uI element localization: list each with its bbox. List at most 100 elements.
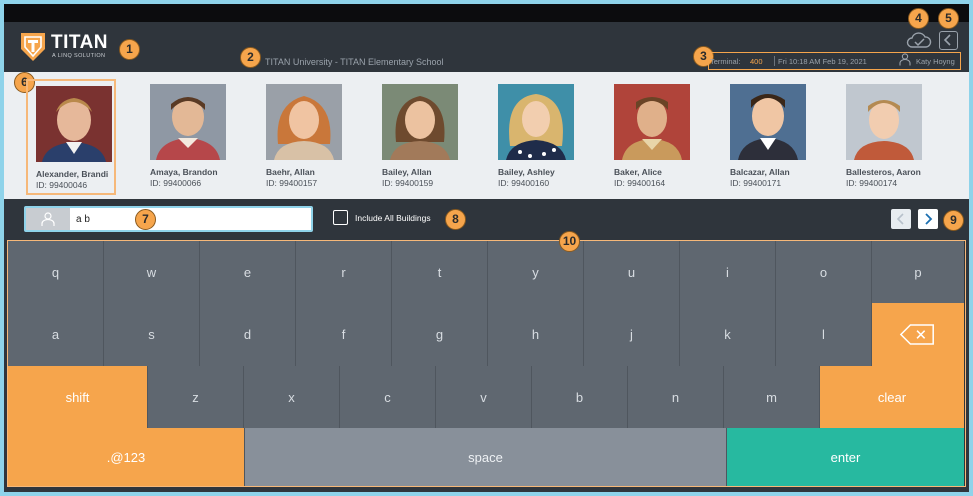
key-u[interactable]: u — [584, 241, 680, 303]
key-n[interactable]: n — [628, 366, 724, 428]
key-r[interactable]: r — [296, 241, 392, 303]
key-i[interactable]: i — [680, 241, 776, 303]
student-card[interactable]: Ballesteros, Aaron ID: 99400174 — [838, 79, 928, 195]
key-s[interactable]: s — [104, 303, 200, 366]
include-all-label: Include All Buildings — [355, 213, 431, 223]
student-id: ID: 99400066 — [150, 178, 202, 188]
callout-badge: 2 — [240, 47, 261, 68]
titan-shield-icon — [21, 33, 45, 61]
callout-badge: 1 — [119, 39, 140, 60]
key-d[interactable]: d — [200, 303, 296, 366]
status-datetime: Fri 10:18 AM Feb 19, 2021 — [778, 57, 867, 66]
student-name: Amaya, Brandon — [150, 167, 218, 177]
backspace-key[interactable] — [872, 303, 964, 366]
key-j[interactable]: j — [584, 303, 680, 366]
person-icon — [41, 212, 55, 226]
student-card[interactable]: Baker, Alice ID: 99400164 — [606, 79, 696, 195]
logo-subtitle: A LINQ SOLUTION — [52, 53, 106, 59]
student-card[interactable]: Baehr, Allan ID: 99400157 — [258, 79, 348, 195]
back-button[interactable] — [939, 31, 958, 50]
key-v[interactable]: v — [436, 366, 532, 428]
student-card[interactable]: Balcazar, Allan ID: 99400171 — [722, 79, 812, 195]
enter-key[interactable]: enter — [727, 428, 964, 486]
student-name: Bailey, Ashley — [498, 167, 555, 177]
app-window: TITAN A LINQ SOLUTION 1 2 TITAN Universi… — [4, 4, 969, 492]
key-b[interactable]: b — [532, 366, 628, 428]
key-k[interactable]: k — [680, 303, 776, 366]
student-photo — [730, 84, 806, 160]
keyboard-row: a s d f g h j k l — [8, 303, 964, 366]
clear-key[interactable]: clear — [820, 366, 964, 428]
callout-badge: 10 — [559, 231, 580, 252]
student-name: Alexander, Brandi — [36, 169, 109, 179]
include-all-checkbox[interactable] — [333, 210, 348, 225]
student-photo — [382, 84, 458, 160]
student-id: ID: 99400174 — [846, 178, 898, 188]
terminal-number: 400 — [750, 57, 763, 66]
search-input[interactable] — [76, 212, 296, 226]
key-t[interactable]: t — [392, 241, 488, 303]
key-q[interactable]: q — [8, 241, 104, 303]
student-strip: 6 Alexander, Brandi ID: 99400046 Amaya, … — [4, 72, 969, 199]
key-a[interactable]: a — [8, 303, 104, 366]
student-id: ID: 99400164 — [614, 178, 666, 188]
titan-logo: TITAN A LINQ SOLUTION — [20, 32, 110, 62]
callout-badge: 9 — [943, 210, 964, 231]
student-id: ID: 99400046 — [36, 180, 88, 190]
keyboard-row: q w e r t y u i o p — [8, 241, 964, 303]
logo-title: TITAN — [51, 32, 109, 53]
key-x[interactable]: x — [244, 366, 340, 428]
key-g[interactable]: g — [392, 303, 488, 366]
callout-badge: 7 — [135, 209, 156, 230]
search-box[interactable] — [24, 206, 313, 232]
student-photo — [846, 84, 922, 160]
callout-badge: 5 — [938, 8, 959, 29]
keyboard-row: shift z x c v b n m clear — [8, 366, 964, 428]
key-l[interactable]: l — [776, 303, 872, 366]
student-id: ID: 99400171 — [730, 178, 782, 188]
student-photo — [36, 86, 112, 162]
key-f[interactable]: f — [296, 303, 392, 366]
student-name: Balcazar, Allan — [730, 167, 790, 177]
student-card[interactable]: Bailey, Ashley ID: 99400160 — [490, 79, 580, 195]
keyboard-row: .@123 space enter — [8, 428, 964, 486]
chevron-left-icon — [943, 34, 951, 46]
chevron-left-icon — [896, 213, 904, 225]
space-key[interactable]: space — [245, 428, 727, 486]
next-page-button[interactable] — [918, 209, 938, 229]
include-all-buildings-toggle[interactable]: Include All Buildings — [333, 207, 463, 227]
student-id: ID: 99400157 — [266, 178, 318, 188]
key-z[interactable]: z — [148, 366, 244, 428]
student-card[interactable]: Alexander, Brandi ID: 99400046 — [26, 79, 116, 195]
student-id: ID: 99400160 — [498, 178, 550, 188]
student-name: Bailey, Allan — [382, 167, 432, 177]
shift-key[interactable]: shift — [8, 366, 148, 428]
key-c[interactable]: c — [340, 366, 436, 428]
chevron-right-icon — [925, 213, 933, 225]
student-photo — [498, 84, 574, 160]
cloud-check-icon[interactable] — [906, 30, 932, 50]
key-w[interactable]: w — [104, 241, 200, 303]
key-h[interactable]: h — [488, 303, 584, 366]
onscreen-keyboard: q w e r t y u i o p a s d f g h j k l sh… — [7, 240, 966, 487]
student-name: Baker, Alice — [614, 167, 662, 177]
student-photo — [150, 84, 226, 160]
search-icon-box — [26, 208, 70, 230]
school-name: TITAN University - TITAN Elementary Scho… — [265, 57, 444, 67]
window-top-bar — [4, 4, 969, 22]
search-row: 7 Include All Buildings 8 9 — [4, 199, 969, 240]
prev-page-button[interactable] — [891, 209, 911, 229]
student-card[interactable]: Amaya, Brandon ID: 99400066 — [142, 79, 232, 195]
student-name: Baehr, Allan — [266, 167, 315, 177]
key-e[interactable]: e — [200, 241, 296, 303]
user-icon — [899, 53, 911, 66]
callout-badge: 4 — [908, 8, 929, 29]
key-p[interactable]: p — [872, 241, 964, 303]
student-card[interactable]: Bailey, Allan ID: 99400159 — [374, 79, 464, 195]
key-m[interactable]: m — [724, 366, 820, 428]
symbols-key[interactable]: .@123 — [8, 428, 245, 486]
backspace-icon — [899, 324, 934, 345]
student-name: Ballesteros, Aaron — [846, 167, 921, 177]
key-o[interactable]: o — [776, 241, 872, 303]
student-id: ID: 99400159 — [382, 178, 434, 188]
